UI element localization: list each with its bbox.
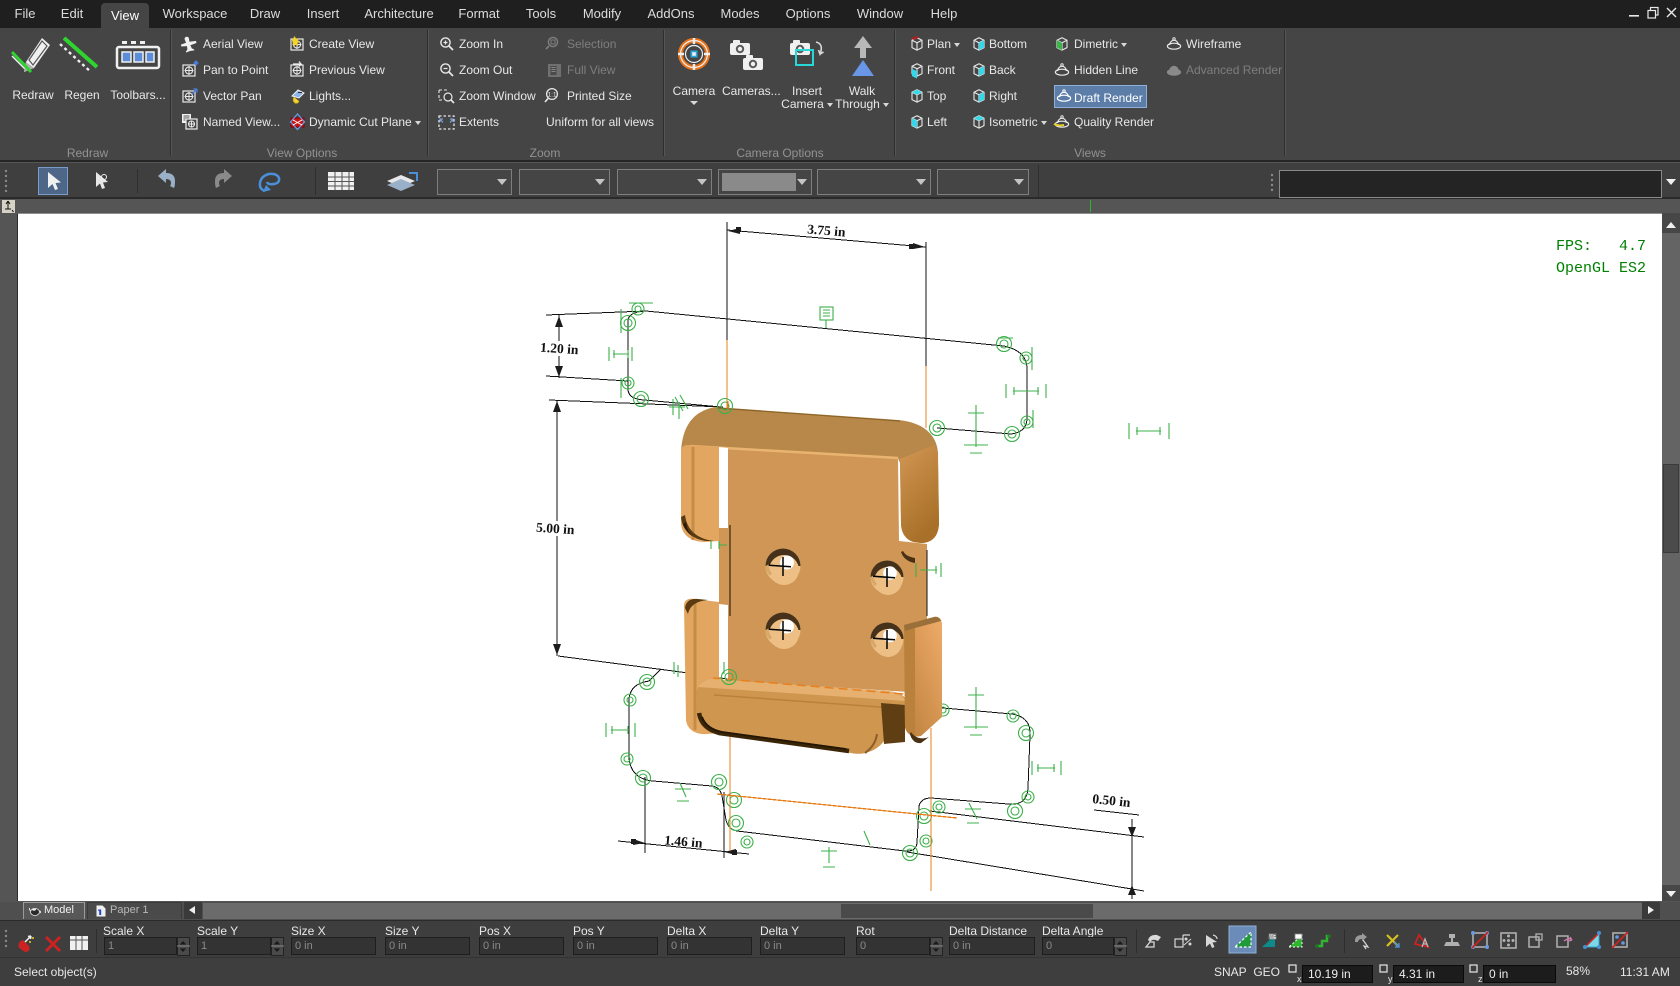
svg-text:1:1: 1:1 [547,92,556,99]
svg-text:0.50 in: 0.50 in [1092,791,1132,810]
svg-text:1.20 in: 1.20 in [540,340,580,358]
svg-text:WP: WP [1268,935,1277,941]
svg-text:5.00 in: 5.00 in [536,520,576,538]
svg-text:1.46 in: 1.46 in [664,832,704,850]
